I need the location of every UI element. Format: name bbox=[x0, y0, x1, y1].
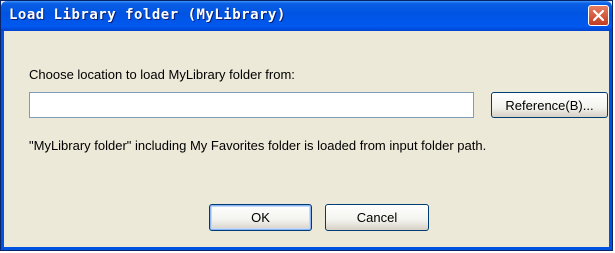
info-text: "MyLibrary folder" including My Favorite… bbox=[29, 138, 487, 153]
close-icon bbox=[592, 9, 605, 22]
ok-button[interactable]: OK bbox=[209, 204, 312, 231]
cancel-button[interactable]: Cancel bbox=[325, 204, 429, 231]
folder-path-input[interactable] bbox=[29, 92, 474, 118]
load-library-dialog: Load Library folder (MyLibrary) Choose l… bbox=[0, 0, 613, 251]
title-bar[interactable]: Load Library folder (MyLibrary) bbox=[1, 1, 612, 31]
window-title: Load Library folder (MyLibrary) bbox=[9, 7, 286, 23]
window-frame-bottom bbox=[1, 247, 612, 250]
location-label: Choose location to load MyLibrary folder… bbox=[29, 67, 295, 82]
close-button[interactable] bbox=[588, 5, 609, 26]
reference-button[interactable]: Reference(B)... bbox=[491, 92, 608, 118]
